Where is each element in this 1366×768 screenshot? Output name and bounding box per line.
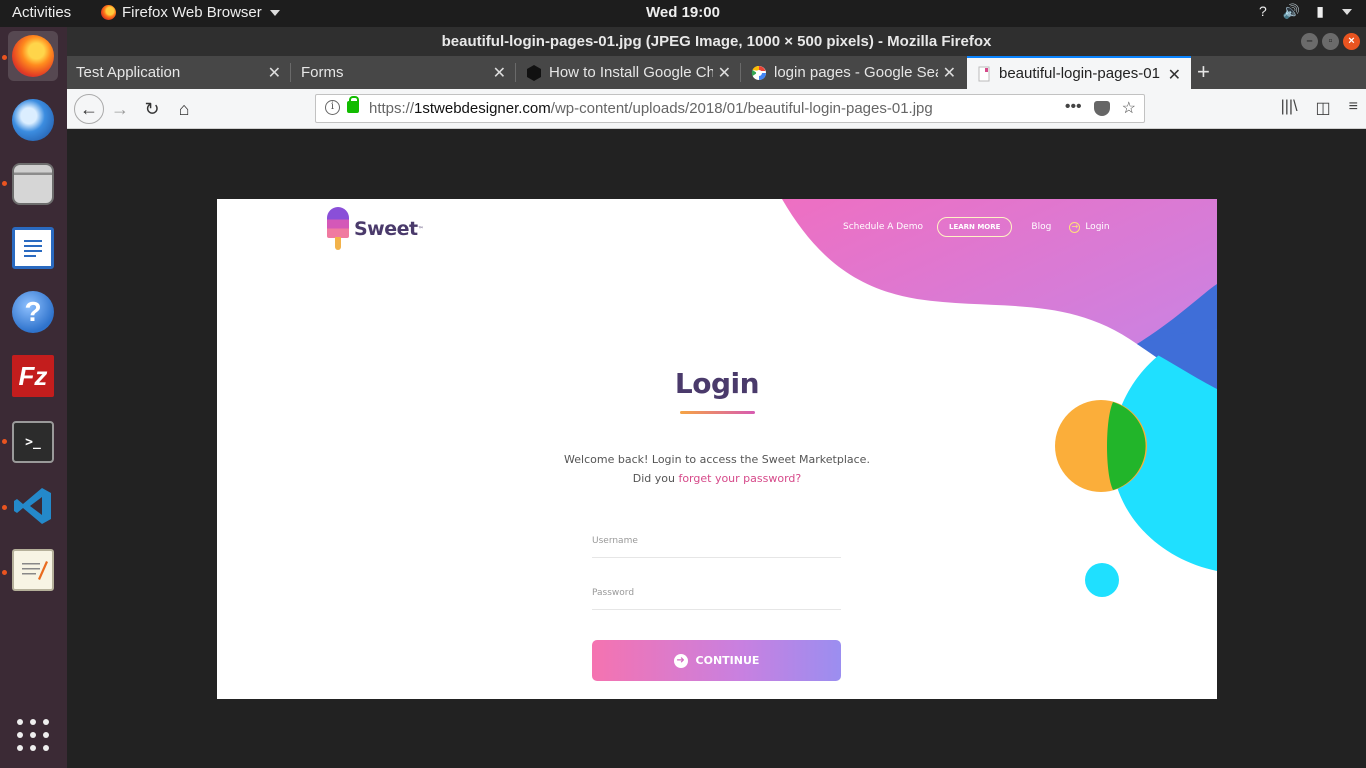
sidebar-icon[interactable]: ◫	[1316, 98, 1331, 118]
tab-install-google-chrome[interactable]: How to Install Google Ch ✕	[517, 56, 741, 89]
page-content: Sweet ™ Schedule A Demo LEARN MORE Blog →…	[67, 129, 1366, 768]
continue-button[interactable]: ➜ CONTINUE	[592, 640, 841, 681]
pocket-icon[interactable]	[1093, 101, 1110, 116]
tab-beautiful-login-pages[interactable]: beautiful-login-pages-01 ✕	[967, 56, 1191, 89]
show-applications-icon[interactable]	[17, 719, 49, 751]
running-indicator	[2, 505, 7, 510]
image-favicon-icon	[978, 66, 990, 81]
clock[interactable]: Wed 19:00	[0, 4, 1366, 21]
learn-more-button[interactable]: LEARN MORE	[936, 217, 1013, 237]
running-indicator	[2, 439, 7, 444]
help-icon: ?	[12, 291, 54, 333]
login-heading: Login	[674, 367, 760, 400]
lock-icon[interactable]	[347, 96, 359, 113]
thunderbird-icon	[12, 99, 54, 141]
close-icon[interactable]: ✕	[268, 63, 281, 83]
sweet-logo[interactable]: Sweet ™	[327, 207, 424, 251]
image-top-nav: Schedule A Demo LEARN MORE Blog → Login	[843, 217, 1110, 237]
reload-button[interactable]: ↻	[139, 96, 165, 122]
dock-thunderbird[interactable]	[8, 95, 58, 145]
files-icon	[12, 163, 54, 205]
heading-underline	[680, 411, 755, 414]
page-actions-icon[interactable]: •••	[1065, 98, 1082, 118]
dock-filezilla[interactable]: Fz	[8, 351, 58, 401]
hamburger-menu-icon[interactable]: ≡	[1349, 98, 1358, 118]
top-bar: Activities Firefox Web Browser Wed 19:00…	[0, 0, 1366, 27]
tab-label: How to Install Google Ch	[549, 64, 713, 81]
maximize-button[interactable]: ▫	[1322, 33, 1339, 50]
decorative-shapes	[782, 199, 1217, 597]
dock: ? Fz >_	[0, 27, 67, 768]
brand-name: Sweet	[354, 218, 418, 240]
dock-firefox[interactable]	[8, 31, 58, 81]
google-icon	[751, 65, 766, 80]
tab-label: login pages - Google Sea	[774, 64, 938, 81]
forward-button[interactable]: →	[107, 96, 133, 122]
filezilla-icon: Fz	[12, 355, 54, 397]
tab-bar: Test Application ✕ Forms ✕ How to Instal…	[67, 56, 1366, 89]
volume-icon[interactable]: 🔊	[1283, 3, 1300, 20]
close-icon[interactable]: ✕	[718, 63, 731, 83]
tab-label: Forms	[301, 64, 344, 81]
arrow-right-icon: →	[1069, 221, 1081, 233]
close-icon[interactable]: ✕	[943, 63, 956, 83]
forgot-password-link[interactable]: forget your password?	[678, 472, 801, 485]
tab-google-search[interactable]: login pages - Google Sea ✕	[742, 56, 966, 89]
chevron-down-icon[interactable]	[1342, 9, 1352, 15]
dock-text-editor[interactable]	[8, 545, 58, 595]
site-info-icon[interactable]: i	[325, 100, 340, 115]
system-tray[interactable]: ? 🔊 ▮	[1259, 3, 1352, 20]
terminal-icon: >_	[12, 421, 54, 463]
close-icon[interactable]: ✕	[493, 63, 506, 83]
new-tab-button[interactable]: +	[1197, 59, 1210, 85]
text-editor-icon	[12, 549, 54, 591]
dock-files[interactable]	[8, 159, 58, 209]
url-bar[interactable]: i https://1stwebdesigner.com/wp-content/…	[315, 94, 1145, 123]
url-text[interactable]: https://1stwebdesigner.com/wp-content/up…	[369, 100, 933, 117]
dock-writer[interactable]	[8, 223, 58, 273]
running-indicator	[2, 181, 7, 186]
close-window-button[interactable]: ×	[1343, 33, 1360, 50]
forgot-password-line: Did you forget your password?	[632, 472, 802, 485]
login-link[interactable]: → Login	[1069, 221, 1110, 233]
battery-icon[interactable]: ▮	[1316, 3, 1324, 20]
help-icon[interactable]: ?	[1259, 3, 1267, 20]
running-indicator	[2, 570, 7, 575]
username-placeholder: Username	[592, 536, 638, 546]
tab-forms[interactable]: Forms ✕	[292, 56, 516, 89]
close-icon[interactable]: ✕	[1168, 65, 1181, 85]
trademark: ™	[417, 225, 424, 233]
popsicle-icon	[327, 207, 349, 251]
navigation-toolbar: ← → ↻ ⌂ i https://1stwebdesigner.com/wp-…	[67, 89, 1366, 129]
tab-label: beautiful-login-pages-01	[999, 65, 1160, 82]
window-title: beautiful-login-pages-01.jpg (JPEG Image…	[441, 33, 992, 50]
home-button[interactable]: ⌂	[171, 96, 197, 122]
dock-help[interactable]: ?	[8, 287, 58, 337]
displayed-image[interactable]: Sweet ™ Schedule A Demo LEARN MORE Blog →…	[217, 199, 1217, 699]
vscode-icon	[12, 485, 54, 527]
writer-icon	[12, 227, 54, 269]
firefox-icon	[12, 35, 54, 77]
dock-vscode[interactable]	[8, 481, 58, 531]
welcome-text: Welcome back! Login to access the Sweet …	[564, 453, 870, 466]
tab-test-application[interactable]: Test Application ✕	[67, 56, 291, 89]
schedule-demo-link[interactable]: Schedule A Demo	[843, 222, 923, 232]
dock-terminal[interactable]: >_	[8, 417, 58, 467]
username-field[interactable]: Username	[592, 536, 841, 558]
library-icon[interactable]: |||\	[1281, 98, 1298, 118]
site-favicon-icon	[527, 64, 541, 81]
password-placeholder: Password	[592, 588, 635, 598]
back-button[interactable]: ←	[74, 94, 104, 124]
minimize-button[interactable]: –	[1301, 33, 1318, 50]
window-titlebar: beautiful-login-pages-01.jpg (JPEG Image…	[67, 27, 1366, 56]
running-indicator	[2, 55, 7, 60]
blog-link[interactable]: Blog	[1031, 222, 1051, 232]
bookmark-star-icon[interactable]: ☆	[1122, 98, 1136, 118]
arrow-right-icon: ➜	[673, 653, 688, 668]
password-field[interactable]: Password	[592, 588, 841, 610]
continue-label: CONTINUE	[695, 654, 760, 667]
tab-label: Test Application	[76, 64, 181, 81]
